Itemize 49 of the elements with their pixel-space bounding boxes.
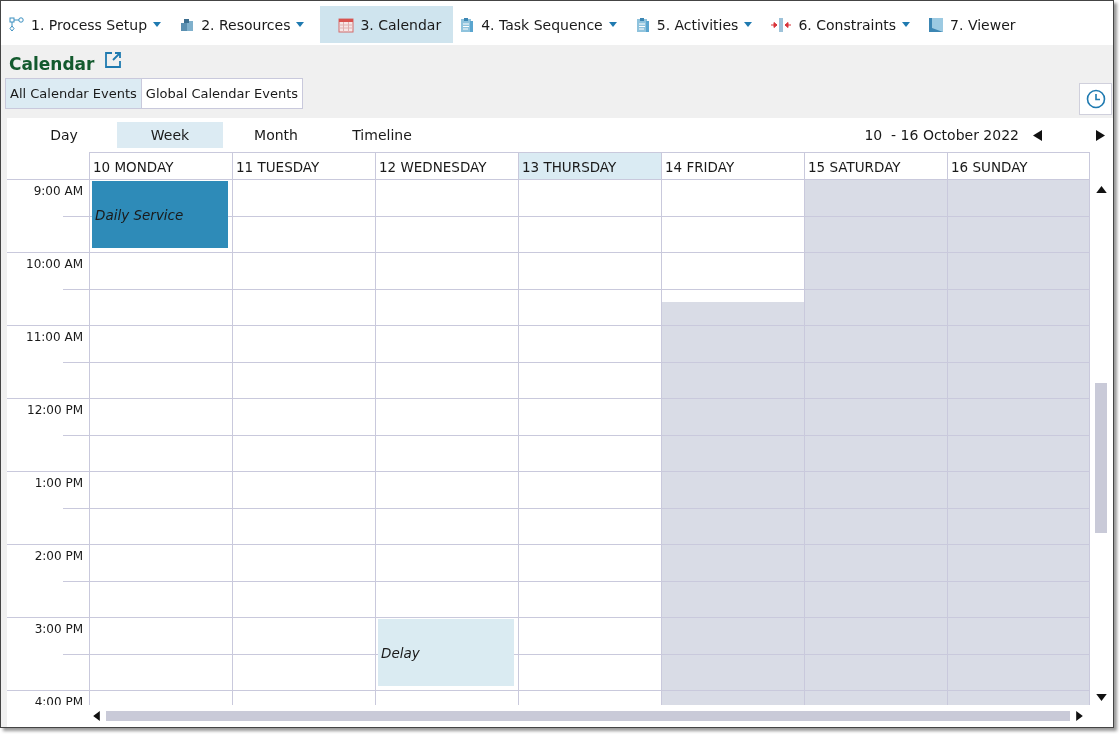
nav-tab[interactable]: 6. Constraints bbox=[768, 6, 923, 43]
day-header: 14 FRIDAY bbox=[661, 152, 804, 180]
time-label: 3:00 PM bbox=[34, 621, 84, 636]
scrollbar-thumb[interactable] bbox=[106, 711, 1070, 721]
view-tab[interactable]: Month bbox=[223, 122, 329, 148]
nav-tab[interactable]: 3. Calendar bbox=[320, 6, 454, 43]
scroll-right-icon[interactable] bbox=[1076, 711, 1083, 721]
time-label: 2:00 PM bbox=[34, 548, 84, 563]
event-filter-tab[interactable]: Global Calendar Events bbox=[140, 79, 303, 108]
day-header: 16 SUNDAY bbox=[947, 152, 1090, 180]
time-label: 12:00 PM bbox=[27, 402, 84, 417]
scroll-left-icon[interactable] bbox=[93, 711, 100, 721]
pop-out-icon[interactable] bbox=[104, 51, 123, 69]
calendar-event[interactable]: Daily Service bbox=[92, 181, 228, 248]
scrollbar-thumb[interactable] bbox=[1095, 383, 1107, 533]
time-label: 11:00 AM bbox=[26, 329, 84, 344]
nav-tab[interactable]: 5. Activities bbox=[632, 6, 765, 43]
next-icon[interactable] bbox=[1096, 129, 1105, 141]
nav-tab[interactable]: 1. Process Setup bbox=[7, 6, 174, 43]
day-header: 15 SATURDAY bbox=[804, 152, 947, 180]
calendar-event[interactable]: Delay bbox=[378, 619, 514, 686]
clock-button[interactable] bbox=[1079, 83, 1112, 115]
event-filter-tab[interactable]: All Calendar Events bbox=[6, 79, 141, 108]
time-label: 1:00 PM bbox=[34, 475, 84, 490]
flowchart-icon bbox=[9, 16, 25, 33]
time-label: 9:00 AM bbox=[33, 183, 84, 198]
view-tab[interactable]: Week bbox=[117, 122, 223, 148]
scroll-up-icon[interactable] bbox=[1095, 186, 1107, 193]
clock-icon bbox=[1085, 89, 1106, 109]
clipboard-icon bbox=[634, 16, 651, 33]
previous-icon[interactable] bbox=[1033, 129, 1042, 141]
view-tab[interactable]: Timeline bbox=[329, 122, 435, 148]
calendar-icon bbox=[338, 16, 355, 33]
day-header: 10 MONDAY bbox=[89, 152, 232, 180]
time-label: 10:00 AM bbox=[26, 256, 84, 271]
page-title: Calendar bbox=[9, 53, 95, 75]
nav-tab[interactable]: 7. Viewer bbox=[926, 6, 1028, 43]
day-header: 13 THURSDAY bbox=[518, 152, 661, 180]
day-header: 12 WEDNESDAY bbox=[375, 152, 518, 180]
constraint-arrows-icon bbox=[770, 16, 793, 33]
view-tab[interactable]: Day bbox=[11, 122, 117, 148]
viewer-icon bbox=[928, 16, 945, 33]
nav-tab[interactable]: 4. Task Sequence bbox=[457, 6, 629, 43]
machines-icon bbox=[179, 16, 196, 33]
date-range: 10 - 16 October 2022 bbox=[864, 127, 1019, 143]
day-header: 11 TUESDAY bbox=[232, 152, 375, 180]
scroll-down-icon[interactable] bbox=[1095, 694, 1107, 701]
clipboard-icon bbox=[459, 16, 476, 33]
nav-tab[interactable]: 2. Resources bbox=[177, 6, 317, 43]
